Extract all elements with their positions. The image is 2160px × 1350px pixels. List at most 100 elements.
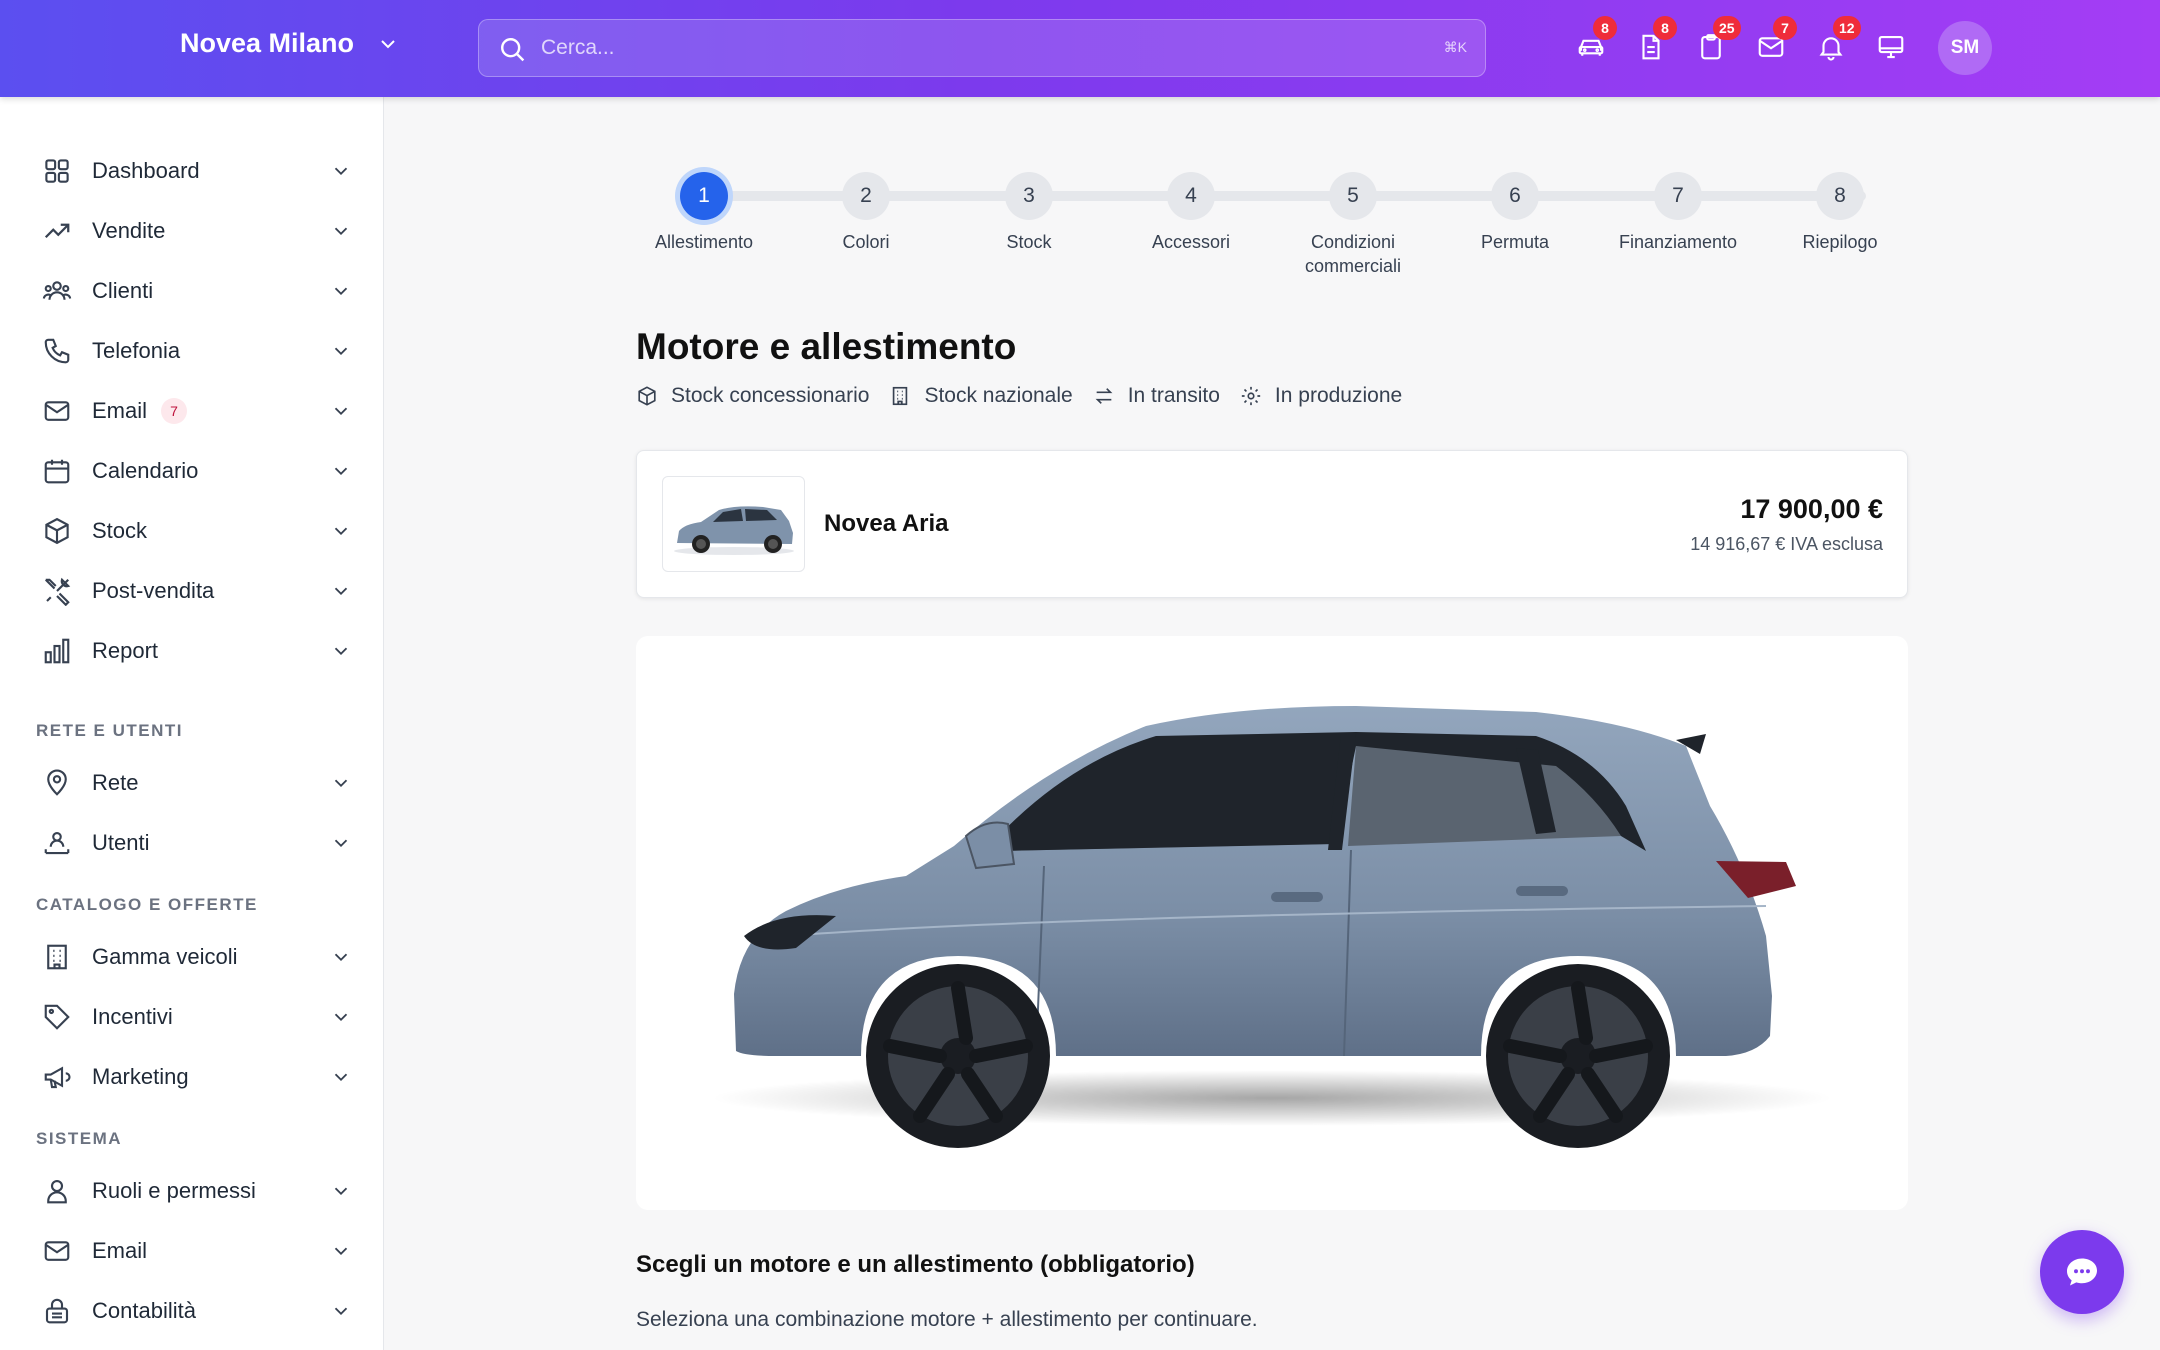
clipboard-icon-button[interactable]: 25 bbox=[1696, 16, 1741, 69]
step-condizioni-commerciali[interactable]: 5 Condizioni commerciali bbox=[1273, 162, 1433, 278]
chevron-down-icon[interactable] bbox=[330, 160, 352, 182]
chevron-down-icon[interactable] bbox=[330, 520, 352, 542]
sidebar-item-label: Rete bbox=[92, 770, 139, 795]
chevron-down-icon bbox=[381, 39, 395, 48]
stock-filters: Stock concessionario Stock nazionale In … bbox=[636, 384, 1422, 408]
chevron-down-icon[interactable] bbox=[330, 1006, 352, 1028]
step-finanziamento[interactable]: 7 Finanziamento bbox=[1598, 162, 1758, 254]
section-label-rete-utenti: RETE E UTENTI bbox=[36, 721, 184, 740]
step-riepilogo[interactable]: 8 Riepilogo bbox=[1760, 162, 1920, 254]
car-icon-button[interactable]: 8 bbox=[1576, 16, 1617, 69]
sidebar-item-calendario[interactable]: Calendario bbox=[26, 446, 352, 496]
step-permuta[interactable]: 6 Permuta bbox=[1435, 162, 1595, 254]
car-badge: 8 bbox=[1593, 16, 1617, 40]
step-label: Stock bbox=[1006, 232, 1052, 252]
sidebar-item-rete[interactable]: Rete bbox=[26, 758, 352, 808]
bar-chart-icon bbox=[42, 636, 72, 666]
step-allestimento[interactable]: 1 Allestimento bbox=[624, 162, 784, 254]
filter-in-produzione[interactable]: In produzione bbox=[1240, 384, 1402, 408]
sidebar-item-label: Utenti bbox=[92, 830, 150, 855]
wizard-stepper: 1 Allestimento 2 Colori 3 Stock 4 Access… bbox=[640, 162, 1890, 282]
document-icon-button[interactable]: 8 bbox=[1636, 16, 1677, 69]
sidebar-item-telefonia[interactable]: Telefonia bbox=[26, 326, 352, 376]
filter-in-transito[interactable]: In transito bbox=[1093, 384, 1220, 408]
dealer-switcher[interactable]: Novea Milano bbox=[180, 28, 400, 59]
user-avatar[interactable]: SM bbox=[1938, 21, 1992, 75]
sidebar-item-vendite[interactable]: Vendite bbox=[26, 206, 352, 256]
sidebar-item-clienti[interactable]: Clienti bbox=[26, 266, 352, 316]
top-bar: Novea Milano ⌘K 8 8 25 7 12 SM bbox=[0, 0, 2160, 97]
sidebar-item-label: Report bbox=[92, 638, 159, 663]
chevron-down-icon[interactable] bbox=[330, 1066, 352, 1088]
step-number: 2 bbox=[842, 172, 890, 220]
step-stock[interactable]: 3 Stock bbox=[949, 162, 1109, 254]
chevron-down-icon[interactable] bbox=[330, 280, 352, 302]
vehicle-hero-image bbox=[636, 636, 1908, 1210]
chevron-down-icon[interactable] bbox=[330, 772, 352, 794]
step-label: Riepilogo bbox=[1802, 232, 1878, 252]
chevron-down-icon[interactable] bbox=[330, 946, 352, 968]
chevron-down-icon[interactable] bbox=[330, 400, 352, 422]
sidebar-item-label: Email bbox=[92, 398, 148, 423]
section-label-catalogo: CATALOGO E OFFERTE bbox=[36, 895, 258, 914]
sidebar-item-utenti[interactable]: Utenti bbox=[26, 818, 352, 868]
vehicle-model: Novea Aria bbox=[824, 510, 949, 537]
sidebar-item-incentivi[interactable]: Incentivi bbox=[26, 992, 352, 1042]
sidebar-item-report[interactable]: Report bbox=[26, 626, 352, 676]
step-accessori[interactable]: 4 Accessori bbox=[1111, 162, 1271, 254]
chevron-down-icon[interactable] bbox=[330, 340, 352, 362]
step-number: 8 bbox=[1816, 172, 1864, 220]
sidebar-item-ruoli-permessi[interactable]: Ruoli e permessi bbox=[26, 1166, 352, 1216]
sidebar-item-label: Email bbox=[92, 1238, 148, 1263]
step-number: 4 bbox=[1167, 172, 1215, 220]
step-colori[interactable]: 2 Colori bbox=[786, 162, 946, 254]
user-icon bbox=[42, 1176, 72, 1206]
building-icon bbox=[42, 942, 72, 972]
sidebar-item-label: Contabilità bbox=[92, 1298, 196, 1323]
filter-stock-concessionario[interactable]: Stock concessionario bbox=[636, 384, 869, 408]
sidebar: Dashboard Vendite Clienti Telefonia Emai… bbox=[0, 97, 384, 1350]
chat-icon bbox=[2067, 1258, 2097, 1286]
sidebar-item-marketing[interactable]: Marketing bbox=[26, 1052, 352, 1102]
chevron-down-icon[interactable] bbox=[330, 1300, 352, 1322]
section-label-sistema: SISTEMA bbox=[36, 1129, 123, 1148]
sidebar-item-post-vendita[interactable]: Post-vendita bbox=[26, 566, 352, 616]
vehicle-price-net: 14 916,67 € IVA esclusa bbox=[1690, 534, 1883, 554]
vehicle-price: 17 900,00 € bbox=[1740, 494, 1883, 524]
sidebar-item-stock[interactable]: Stock bbox=[26, 506, 352, 556]
chevron-down-icon[interactable] bbox=[330, 460, 352, 482]
sidebar-item-sistema-email[interactable]: Email bbox=[26, 1226, 352, 1276]
monitor-icon-button[interactable] bbox=[1876, 29, 1910, 69]
mail-icon bbox=[42, 1236, 72, 1266]
chevron-down-icon[interactable] bbox=[330, 220, 352, 242]
email-count-badge: 7 bbox=[161, 398, 188, 424]
document-badge: 8 bbox=[1653, 16, 1677, 40]
search-input[interactable] bbox=[541, 20, 1401, 76]
trending-up-icon bbox=[42, 216, 72, 246]
chevron-down-icon[interactable] bbox=[330, 640, 352, 662]
bell-icon-button[interactable]: 12 bbox=[1816, 16, 1861, 69]
sidebar-item-dashboard[interactable]: Dashboard bbox=[26, 146, 352, 196]
filter-label: Stock nazionale bbox=[924, 384, 1073, 407]
sidebar-item-email[interactable]: Email 7 bbox=[26, 386, 352, 436]
mail-icon bbox=[42, 396, 72, 426]
tools-icon bbox=[42, 576, 72, 607]
sidebar-item-label: Telefonia bbox=[92, 338, 181, 363]
mail-icon-button[interactable]: 7 bbox=[1756, 16, 1797, 69]
filter-label: In transito bbox=[1127, 384, 1220, 407]
mail-badge: 7 bbox=[1773, 16, 1797, 40]
chevron-down-icon[interactable] bbox=[330, 1180, 352, 1202]
chevron-down-icon[interactable] bbox=[330, 832, 352, 854]
chevron-down-icon[interactable] bbox=[330, 580, 352, 602]
sidebar-item-label: Calendario bbox=[92, 458, 199, 483]
engine-trim-hint: Seleziona una combinazione motore + alle… bbox=[636, 1308, 1258, 1331]
phone-icon bbox=[42, 336, 72, 366]
clipboard-badge: 25 bbox=[1713, 16, 1741, 40]
search-bar[interactable]: ⌘K bbox=[478, 19, 1486, 77]
sidebar-item-label: Dashboard bbox=[92, 158, 200, 183]
sidebar-item-gamma-veicoli[interactable]: Gamma veicoli bbox=[26, 932, 352, 982]
chevron-down-icon[interactable] bbox=[330, 1240, 352, 1262]
sidebar-item-contabilita[interactable]: Contabilità bbox=[26, 1286, 352, 1336]
filter-stock-nazionale[interactable]: Stock nazionale bbox=[889, 384, 1073, 408]
chat-button[interactable] bbox=[2040, 1230, 2124, 1314]
